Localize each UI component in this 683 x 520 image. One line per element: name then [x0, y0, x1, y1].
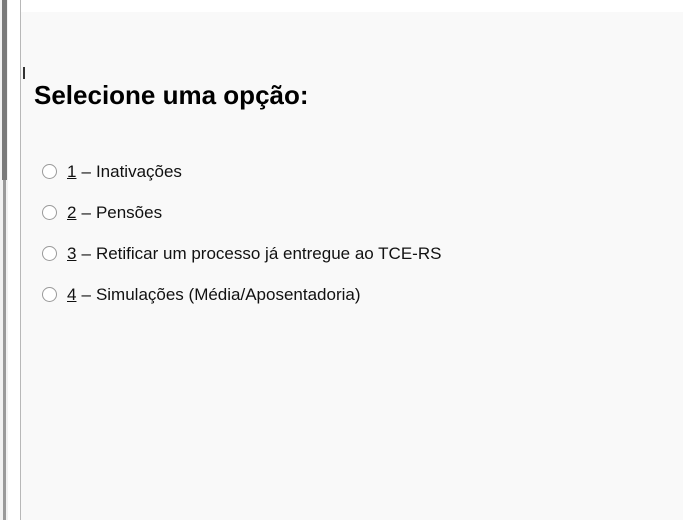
option-label: Simulações (Média/Aposentadoria) [95, 284, 361, 304]
text-cursor-mark [23, 67, 25, 79]
option-pensoes[interactable]: 2 – Pensões [42, 192, 441, 233]
option-separator: – [81, 161, 91, 181]
option-label: Pensões [95, 202, 163, 222]
option-separator: – [81, 202, 91, 222]
page-title: Selecione uma opção: [34, 80, 309, 110]
option-list: 1 – Inativações 2 – Pensões 3 – Retifica… [42, 151, 441, 315]
left-scrollbar[interactable] [0, 0, 8, 520]
option-number: 3 [67, 243, 77, 263]
option-number: 2 [67, 202, 77, 222]
radio-button[interactable] [42, 205, 57, 220]
content-panel: Selecione uma opção: 1 – Inativações 2 –… [21, 12, 683, 520]
radio-button[interactable] [42, 246, 57, 261]
scrollbar-thumb[interactable] [2, 0, 7, 180]
radio-button[interactable] [42, 287, 57, 302]
radio-button[interactable] [42, 164, 57, 179]
option-retificar[interactable]: 3 – Retificar um processo já entregue ao… [42, 233, 441, 274]
option-label: Retificar um processo já entregue ao TCE… [95, 243, 442, 263]
option-inativacoes[interactable]: 1 – Inativações [42, 151, 441, 192]
option-simulacoes[interactable]: 4 – Simulações (Média/Aposentadoria) [42, 274, 441, 315]
option-label: Inativações [95, 161, 182, 181]
option-number: 1 [67, 161, 77, 181]
option-separator: – [81, 243, 91, 263]
option-separator: – [81, 284, 91, 304]
window: Selecione uma opção: 1 – Inativações 2 –… [0, 0, 683, 520]
option-number: 4 [67, 284, 77, 304]
